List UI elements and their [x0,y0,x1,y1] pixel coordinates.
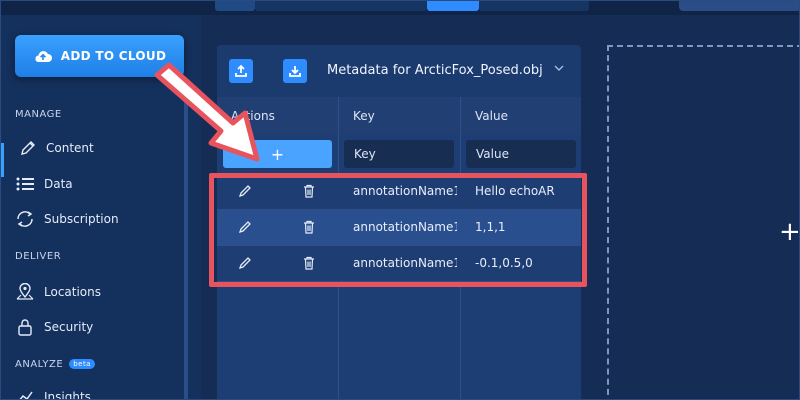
key-input[interactable]: Key [344,140,454,168]
top-right-bar [679,1,799,11]
beta-badge: beta [69,359,95,369]
sidebar-item-security[interactable]: Security [15,315,93,339]
panel-title: Metadata for ArcticFox_Posed.obj [327,63,543,78]
app-window: ADD TO CLOUD MANAGE Content Data Subscri… [0,0,800,400]
insights-icon [19,391,33,399]
section-deliver: DELIVER [15,251,62,262]
sidebar-item-label: Locations [44,285,102,299]
sidebar-item-label: Security [44,320,94,334]
column-header-key: Key [353,109,375,123]
section-analyze: ANALYZE beta [15,359,95,370]
sidebar-item-label: Data [44,177,73,191]
cloud-upload-icon [35,51,52,62]
sidebar-item-locations[interactable]: Locations [15,280,101,304]
arrow-pointer [154,62,260,162]
sidebar-item-subscription[interactable]: Subscription [15,207,119,231]
active-indicator [1,143,4,177]
lock-icon [18,319,32,336]
chevron-down-icon[interactable] [553,63,565,73]
sidebar-item-label: Insights [44,390,91,400]
upload-dropzone[interactable] [607,45,799,399]
top-tab[interactable] [215,1,255,11]
pencil-icon [21,141,35,155]
column-header-value: Value [475,109,508,123]
top-tab[interactable] [255,1,427,11]
download-button[interactable] [283,59,307,83]
location-pin-icon [16,283,34,300]
panel-header: Metadata for ArcticFox_Posed.obj [217,45,581,97]
table-header: Actions Key Value [217,97,581,135]
top-tab[interactable] [479,1,589,11]
sidebar-item-label: Content [46,141,94,155]
add-model-plus-icon[interactable]: + [779,219,799,245]
sidebar-item-content[interactable]: Content [19,136,94,160]
download-icon [289,66,301,77]
sync-icon [17,211,33,227]
sidebar-item-label: Subscription [44,212,119,226]
highlight-box [209,173,587,287]
sidebar-item-insights[interactable]: Insights [15,385,91,400]
section-analyze-label: ANALYZE [15,359,64,370]
plus-icon: + [270,144,285,164]
top-tab-active[interactable] [427,1,479,11]
value-input[interactable]: Value [466,140,576,168]
section-manage: MANAGE [15,109,62,120]
list-icon [16,177,34,191]
sidebar-item-data[interactable]: Data [15,172,73,196]
